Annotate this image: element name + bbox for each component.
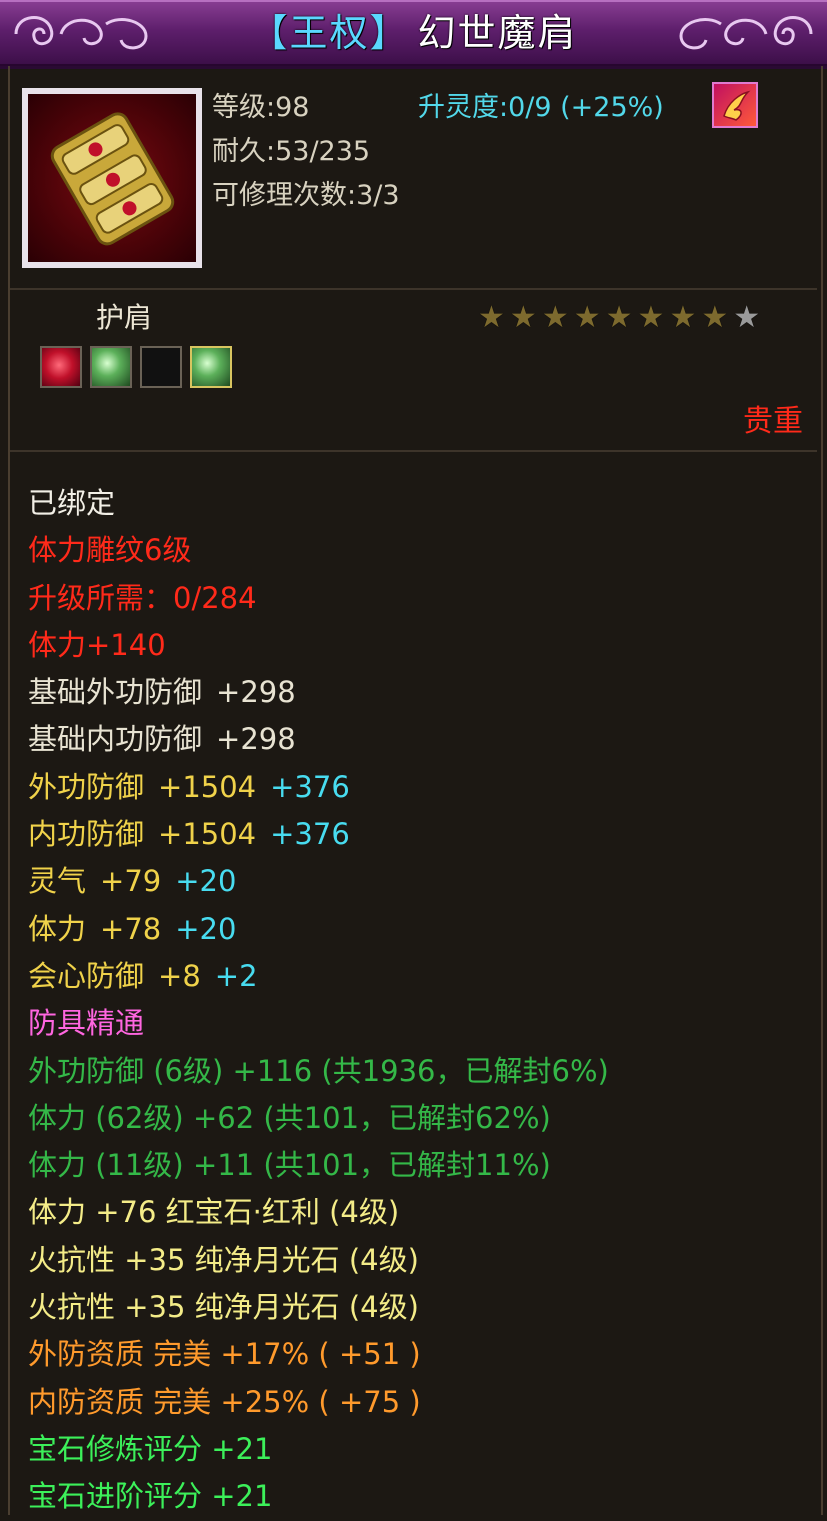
- attr-label: 外功防御: [28, 769, 145, 804]
- attr-value: +1504: [158, 769, 257, 804]
- item-level: 等级:98: [212, 92, 310, 123]
- attr-label: 会心防御: [28, 958, 145, 993]
- gem-attr-line: 火抗性 +35 纯净月光石 (4级): [28, 1290, 419, 1325]
- engrave-level: 体力雕纹6级: [28, 533, 192, 568]
- bound-status: 已绑定: [28, 486, 116, 520]
- attr-bonus: +2: [214, 958, 258, 993]
- item-quality: 贵重: [743, 404, 803, 439]
- star-filled-icon: ★: [573, 300, 601, 335]
- star-filled-icon: ★: [478, 300, 505, 335]
- crit-defense-attr: 会心防御 +8 +2: [28, 953, 808, 1000]
- attr-value: +298: [216, 722, 296, 757]
- star-filled-icon: ★: [701, 300, 729, 335]
- title-bracket-close: 】: [369, 11, 410, 55]
- star-filled-icon: ★: [669, 300, 697, 335]
- star-rating: ★ ★ ★ ★ ★ ★ ★ ★ ★: [478, 300, 760, 336]
- spirit-flame-icon: [712, 82, 758, 128]
- star-empty-icon: ★: [733, 300, 761, 335]
- gem-attr-line: 体力 +76 红宝石·红利 (4级): [28, 1195, 400, 1230]
- slot-type: 护肩: [96, 301, 153, 334]
- base-outer-defense: 基础外功防御 +298: [28, 669, 808, 716]
- mastery-line: 体力 (11级) +11 (共101，已解封11%): [28, 1148, 551, 1183]
- inner-defense-quality: 内防资质 完美 +25% ( +75 ): [28, 1384, 421, 1419]
- red-gem-icon[interactable]: [40, 346, 82, 388]
- attr-value: +8: [158, 958, 201, 993]
- outer-defense: 外功防御 +1504 +376: [28, 764, 808, 811]
- attr-label: 灵气: [28, 864, 87, 899]
- gem-refine-score: 宝石修炼评分 +21: [28, 1431, 273, 1466]
- title-bracket-open: 【: [249, 11, 290, 55]
- armor-mastery-title: 防具精通: [28, 1006, 145, 1041]
- item-durability: 耐久:53/235: [212, 136, 371, 167]
- attr-bonus: +20: [175, 864, 237, 899]
- spirit-attr: 灵气 +79 +20: [28, 858, 808, 905]
- gem-attr-line: 火抗性 +35 纯净月光石 (4级): [28, 1242, 419, 1277]
- gem-advance-score: 宝石进阶评分 +21: [28, 1479, 273, 1514]
- attr-bonus: +20: [175, 911, 237, 946]
- green-gem-icon[interactable]: [190, 346, 232, 388]
- attr-value: +79: [100, 864, 162, 899]
- attr-label: 基础内功防御: [28, 722, 203, 757]
- mastery-line: 外功防御 (6级) +116 (共1936，已解封6%): [28, 1053, 609, 1088]
- attribute-list: 已绑定 体力雕纹6级 升级所需：0/284 体力+140 基础外功防御 +298 …: [28, 480, 808, 1521]
- star-filled-icon: ★: [637, 300, 665, 335]
- star-filled-icon: ★: [541, 300, 569, 335]
- attr-label: 内功防御: [28, 817, 145, 852]
- engrave-stamina: 体力+140: [28, 627, 166, 662]
- stamina-attr: 体力 +78 +20: [28, 906, 808, 953]
- title-tag: 王权: [289, 11, 370, 55]
- item-name: 幻世魔肩: [417, 11, 578, 55]
- green-gem-icon[interactable]: [90, 346, 132, 388]
- attr-label: 基础外功防御: [28, 675, 203, 710]
- upgrade-requirement: 升级所需：0/284: [28, 580, 257, 615]
- title-bar: 【王权】 幻世魔肩: [0, 0, 827, 69]
- inner-defense: 内功防御 +1504 +376: [28, 811, 808, 858]
- shoulder-scroll-icon: [28, 94, 196, 262]
- base-inner-defense: 基础内功防御 +298: [28, 716, 808, 763]
- attr-value: +1504: [158, 817, 257, 852]
- mastery-line: 体力 (62级) +62 (共101，已解封62%): [28, 1100, 551, 1135]
- attr-value: +298: [216, 675, 296, 710]
- item-icon-frame: [22, 88, 202, 268]
- item-repair-count: 可修理次数:3/3: [212, 180, 400, 211]
- gem-slots: [40, 346, 232, 388]
- attr-label: 体力: [28, 911, 87, 946]
- outer-defense-quality: 外防资质 完美 +17% ( +51 ): [28, 1337, 421, 1372]
- spirit-upgrade: 升灵度:0/9 (+25%): [418, 92, 664, 123]
- star-filled-icon: ★: [509, 300, 537, 335]
- attr-bonus: +376: [270, 817, 350, 852]
- right-ornament-icon: [679, 16, 813, 50]
- attr-value: +78: [100, 911, 162, 946]
- star-filled-icon: ★: [605, 300, 633, 335]
- attr-bonus: +376: [270, 769, 350, 804]
- empty-gem-slot[interactable]: [140, 346, 182, 388]
